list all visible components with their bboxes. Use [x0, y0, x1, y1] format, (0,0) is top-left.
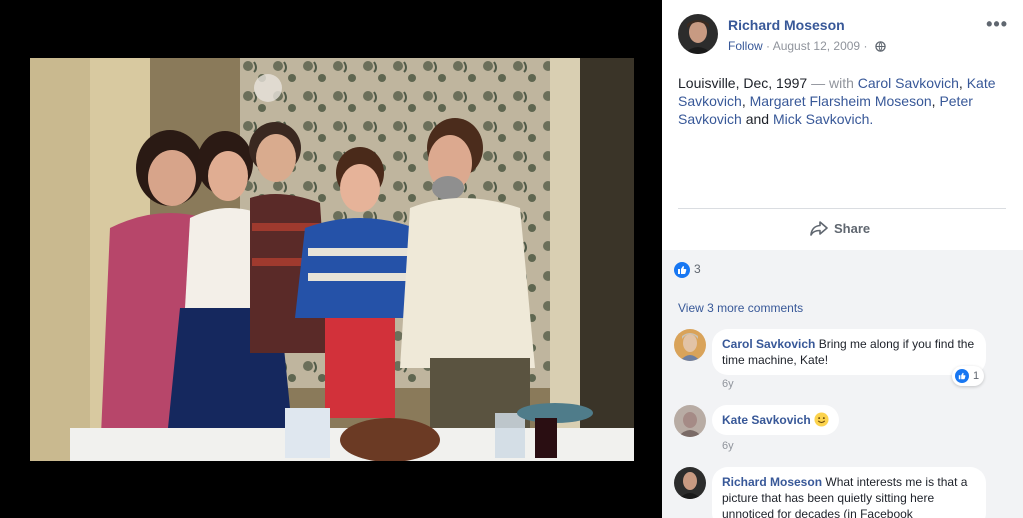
photo-viewer	[0, 0, 662, 518]
comment-bubble: Carol Savkovich Bring me along if you fi…	[712, 329, 986, 375]
comment-item: Carol Savkovich Bring me along if you fi…	[674, 329, 1014, 393]
reaction-count[interactable]: 3	[694, 262, 701, 276]
follow-link[interactable]: Follow	[728, 39, 763, 53]
richard-avatar-image	[674, 467, 706, 499]
comment-reaction[interactable]: 1	[952, 366, 985, 386]
caption-sep: ,	[741, 93, 750, 109]
post-side-panel: Richard Moseson Follow · August 12, 2009…	[662, 0, 1023, 518]
meta-separator-2: ·	[860, 39, 871, 53]
caption-end: .	[869, 111, 874, 127]
caption-text: Louisville, Dec, 1997	[678, 75, 808, 91]
tag-mick[interactable]: Mick Savkovich	[773, 111, 869, 127]
comment-time[interactable]: 6y	[722, 378, 734, 390]
commenter-name[interactable]: Kate Savkovich	[722, 413, 811, 427]
family-photo-image	[30, 58, 634, 461]
post-header: Richard Moseson Follow · August 12, 2009…	[678, 14, 1008, 58]
share-arrow-icon	[810, 221, 828, 236]
post-meta: Follow · August 12, 2009 ·	[728, 39, 886, 53]
commenter-avatar[interactable]	[674, 467, 706, 499]
smile-emoji-icon	[814, 412, 829, 427]
globe-icon	[875, 41, 886, 52]
more-dots-icon[interactable]: •••	[986, 14, 1008, 35]
commenter-name[interactable]: Carol Savkovich	[722, 337, 815, 351]
view-more-comments-link[interactable]: View 3 more comments	[678, 301, 803, 315]
post-caption: Louisville, Dec, 1997 — with Carol Savko…	[678, 74, 1008, 128]
comment-bubble: Kate Savkovich	[712, 405, 840, 435]
post-photo[interactable]	[30, 58, 634, 461]
comment-item: Kate Savkovich 6y	[674, 405, 1014, 455]
thumbs-up-icon	[678, 266, 687, 274]
share-button[interactable]: Share	[810, 220, 870, 236]
caption-sep: ,	[958, 75, 967, 91]
meta-separator: ·	[762, 39, 773, 53]
post-date[interactable]: August 12, 2009	[773, 39, 860, 53]
commenter-avatar[interactable]	[674, 329, 706, 361]
caption-with: — with	[807, 75, 858, 91]
tag-margaret[interactable]: Margaret Flarsheim Moseson	[750, 93, 932, 109]
carol-avatar-image	[674, 329, 706, 361]
comment-time[interactable]: 6y	[722, 440, 734, 452]
author-avatar[interactable]	[678, 14, 718, 54]
share-label: Share	[834, 220, 871, 236]
comment-item: Richard Moseson What interests me is tha…	[674, 467, 1014, 518]
commenter-name[interactable]: Richard Moseson	[722, 475, 822, 489]
thumbs-up-icon	[955, 369, 969, 383]
divider	[678, 208, 1006, 209]
kate-avatar-image	[674, 405, 706, 437]
caption-and: and	[741, 111, 773, 127]
comment-reaction-count: 1	[973, 370, 980, 382]
commenter-avatar[interactable]	[674, 405, 706, 437]
comment-bubble: Richard Moseson What interests me is tha…	[712, 467, 986, 518]
comments-section: 3 View 3 more comments Carol Savkovich B…	[662, 250, 1023, 518]
tag-carol[interactable]: Carol Savkovich	[858, 75, 959, 91]
author-name[interactable]: Richard Moseson	[728, 17, 845, 33]
author-avatar-image	[678, 14, 718, 54]
like-reaction-icon[interactable]	[674, 262, 690, 278]
